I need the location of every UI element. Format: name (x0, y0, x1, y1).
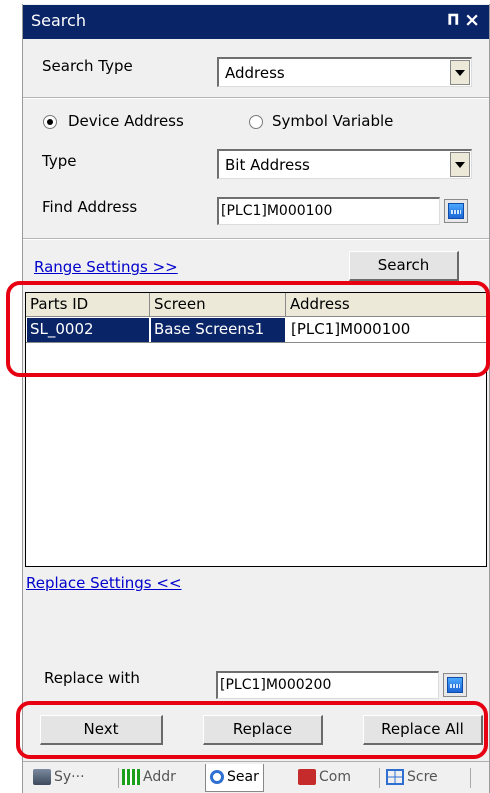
screen-list-icon (386, 769, 404, 785)
search-type-section: Search Type Address (23, 40, 489, 95)
tab-label: Sy··· (54, 769, 85, 785)
tab-common[interactable]: Com (298, 764, 351, 792)
search-type-value: Address (225, 64, 285, 82)
common-settings-icon (298, 769, 316, 785)
highlight-action-buttons (16, 701, 488, 759)
symbol-variable-icon (33, 769, 51, 785)
symbol-variable-label[interactable]: Symbol Variable (272, 112, 393, 130)
type-label: Type (42, 152, 77, 170)
device-address-radio[interactable] (43, 115, 57, 129)
search-button[interactable]: Search (349, 251, 459, 281)
find-address-value: [PLC1]M000100 (221, 203, 333, 219)
keypad-icon[interactable] (444, 199, 468, 223)
tab-label: Sear (227, 769, 259, 785)
replace-with-label: Replace with (44, 669, 140, 687)
close-icon[interactable]: × (464, 9, 480, 31)
tab-separator (118, 768, 119, 788)
bottom-tab-strip: Sy··· Addr Sear Com Scre (23, 761, 489, 793)
search-type-label: Search Type (42, 57, 133, 75)
symbol-variable-radio[interactable] (249, 115, 263, 129)
pin-icon[interactable]: 𝚷 (447, 11, 459, 29)
type-dropdown[interactable]: Bit Address (217, 149, 472, 179)
search-type-dropdown[interactable]: Address (217, 57, 472, 87)
tab-screen-list[interactable]: Scre (386, 764, 438, 792)
find-address-input[interactable]: [PLC1]M000100 (217, 197, 440, 225)
tab-label: Addr (143, 769, 176, 785)
range-settings-link[interactable]: Range Settings >> (34, 258, 178, 276)
highlight-results (6, 281, 490, 377)
divider (23, 97, 489, 99)
replace-settings-link[interactable]: Replace Settings << (26, 574, 182, 592)
replace-with-value: [PLC1]M000200 (220, 677, 332, 693)
chevron-down-icon[interactable] (450, 152, 470, 177)
search-magnifier-icon (210, 770, 224, 784)
tab-separator (379, 768, 380, 788)
address-section: Device Address Symbol Variable Type Bit … (23, 100, 489, 238)
find-address-label: Find Address (42, 198, 138, 216)
title-bar: Search 𝚷 × (23, 5, 489, 39)
tab-label: Com (319, 769, 351, 785)
tab-symbol-variable[interactable]: Sy··· (33, 764, 85, 792)
tab-address[interactable]: Addr (122, 764, 176, 792)
chevron-down-icon[interactable] (450, 60, 470, 85)
keypad-icon[interactable] (443, 673, 467, 697)
type-value: Bit Address (225, 156, 310, 174)
address-grid-icon (122, 769, 140, 785)
replace-with-input[interactable]: [PLC1]M000200 (216, 671, 439, 699)
tab-label: Scre (407, 769, 438, 785)
divider (23, 238, 489, 240)
tab-search[interactable]: Sear (205, 764, 264, 792)
tab-separator (470, 768, 471, 788)
device-address-label[interactable]: Device Address (68, 112, 184, 130)
window-title: Search (31, 11, 86, 30)
